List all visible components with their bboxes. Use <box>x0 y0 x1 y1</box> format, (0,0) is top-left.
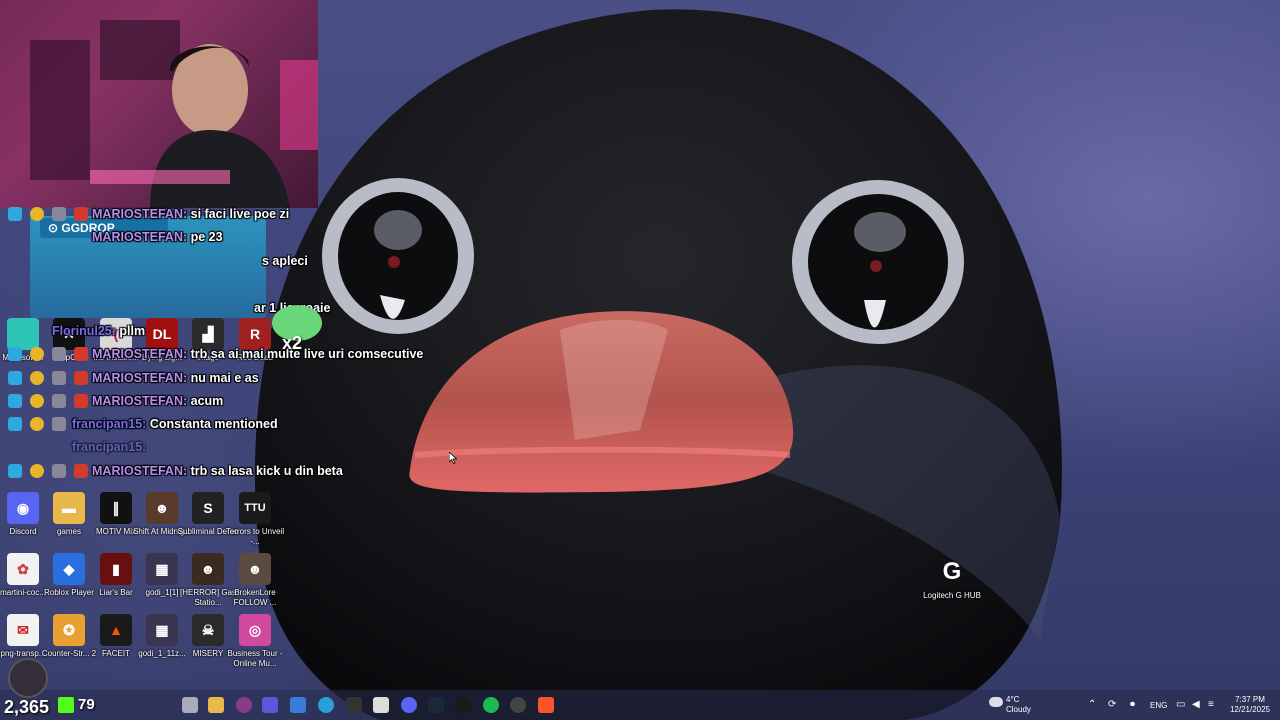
counter-strike-icon: ✪ <box>53 614 85 646</box>
chat-badges <box>8 462 92 480</box>
steam-icon[interactable] <box>428 697 444 713</box>
image-file-icon: ✿ <box>7 553 39 585</box>
desktop-icon-terrors[interactable]: TTU Terrors to Unveil -... <box>224 492 286 547</box>
store-icon[interactable] <box>373 697 389 713</box>
faceit-icon[interactable] <box>455 697 471 713</box>
sync-icon[interactable]: ⟳ <box>1108 700 1116 710</box>
chat-message: MARIOSTEFAN: pe 23 <box>92 230 223 244</box>
clock[interactable]: 7:37 PM 12/21/2025 <box>1228 695 1272 715</box>
logitech-ghub-icon: G <box>942 558 962 585</box>
image-file-icon: ✉ <box>7 614 39 646</box>
herror-icon: ☻ <box>192 553 224 585</box>
volume-icon[interactable]: ◀ <box>1192 700 1200 710</box>
video-file-icon: ▦ <box>146 553 178 585</box>
weather-cloud-icon <box>989 697 1003 707</box>
app-icon[interactable] <box>236 697 252 713</box>
network-icon[interactable]: ≡ <box>1208 700 1214 710</box>
chat-message: francipan15: <box>72 440 147 454</box>
ggdrop-logo-icon: ⊙ <box>48 221 62 235</box>
video-file-icon: ▦ <box>146 614 178 646</box>
language-indicator[interactable]: ENG <box>1150 701 1167 711</box>
chat-message: s apleci <box>262 254 308 268</box>
combo-counter: x2 <box>282 333 303 353</box>
obs-icon[interactable] <box>510 697 526 713</box>
chat-badges <box>8 392 92 410</box>
chat-message: francipan15: Constanta mentioned <box>8 415 278 433</box>
discord-icon: ◉ <box>7 492 39 524</box>
business-tour-icon: ◎ <box>239 614 271 646</box>
chat-message: MARIOSTEFAN: trb sa ai mai multe live ur… <box>8 345 423 363</box>
motiv-mix-icon: ∥ <box>100 492 132 524</box>
file-explorer-icon[interactable] <box>208 697 224 713</box>
terrors-icon: TTU <box>239 492 271 524</box>
chat-message: MARIOSTEFAN: si faci live poe zi <box>8 205 289 223</box>
avatar <box>8 658 48 698</box>
chat-badges <box>8 205 92 223</box>
discord-icon[interactable] <box>401 697 417 713</box>
brokenlore-icon: ☻ <box>239 553 271 585</box>
brave-icon[interactable] <box>538 697 554 713</box>
chevron-up-icon[interactable]: ⌃ <box>1088 700 1096 710</box>
liars-bar-icon: ▮ <box>100 553 132 585</box>
chat-message: MARIOSTEFAN: trb sa lasa kick u din beta <box>8 462 343 480</box>
chat-badges <box>8 415 72 433</box>
shift-at-midnight-icon: ☻ <box>146 492 178 524</box>
window-icon[interactable] <box>290 697 306 713</box>
viewer-count: 2,365 <box>4 697 50 717</box>
chat-message: MARIOSTEFAN: nu mai e as <box>8 369 259 387</box>
kick-count: 79 <box>78 696 95 713</box>
edge-icon[interactable] <box>318 697 334 713</box>
chat-message: Florinul25: pllm <box>52 324 146 338</box>
teams-icon[interactable] <box>262 697 278 713</box>
chat-badges <box>8 369 92 387</box>
roblox-icon: ◆ <box>53 553 85 585</box>
task-view-icon[interactable] <box>182 697 198 713</box>
spotify-icon[interactable] <box>483 697 499 713</box>
mouse-cursor-icon <box>449 452 457 464</box>
subliminal-icon: S <box>192 492 224 524</box>
desktop-icon-business-tour[interactable]: ◎ Business Tour - Online Mu... <box>224 614 286 669</box>
faceit-icon: ▲ <box>100 614 132 646</box>
monitor-icon[interactable]: ▭ <box>1176 700 1185 710</box>
chat-message: MARIOSTEFAN: acum <box>8 392 223 410</box>
misery-icon: ☠ <box>192 614 224 646</box>
kick-icon <box>58 697 74 713</box>
app-icon[interactable] <box>346 697 362 713</box>
streamer-webcam <box>0 0 318 208</box>
desktop-icon-logitech-ghub[interactable]: G Logitech G HUB <box>921 556 983 601</box>
chat-badges <box>8 345 92 363</box>
weather-widget[interactable]: 4°C Cloudy <box>1006 695 1031 715</box>
desktop-icon-brokenlore[interactable]: ☻ BrokenLore FOLLOW ... <box>224 553 286 608</box>
microphone-icon[interactable]: ⏺ <box>1130 700 1135 710</box>
folder-icon: ▬ <box>53 492 85 524</box>
